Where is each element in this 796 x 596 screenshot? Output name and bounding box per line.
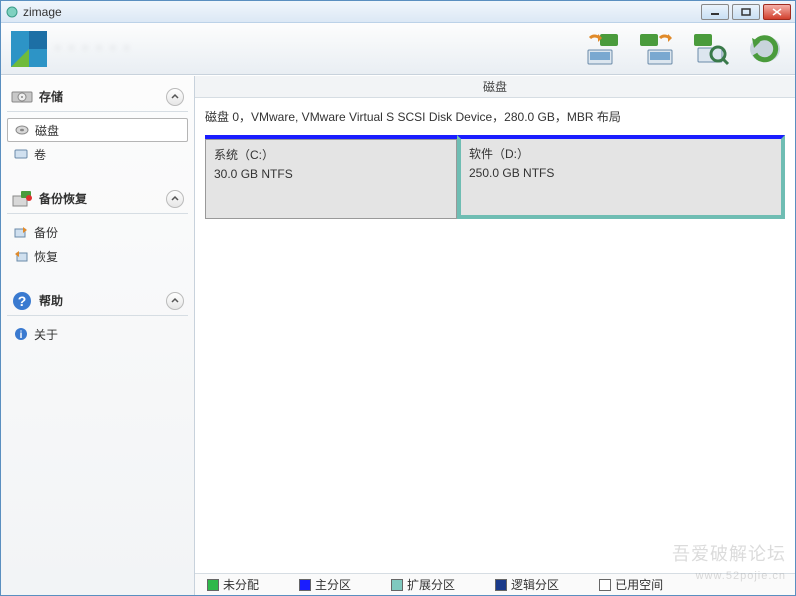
legend-primary: 主分区 [299,576,351,593]
info-icon: i [13,327,29,341]
app-window: zimage · · · · · · [0,0,796,596]
partition-name: 软件（D:） [469,145,773,162]
legend-swatch [495,579,507,591]
svg-text:i: i [20,330,23,341]
legend-swatch [599,579,611,591]
legend-unallocated: 未分配 [207,576,259,593]
legend-label: 已用空间 [615,576,663,593]
partition-size: 250.0 GB NTFS [469,166,773,180]
backup-panel-icon [11,189,33,209]
legend-swatch [207,579,219,591]
panel-title-help: 帮助 [39,292,160,309]
sidebar-item-label: 恢复 [34,248,58,265]
disk-info-line: 磁盘 0，VMware, VMware Virtual S SCSI Disk … [195,98,795,129]
legend-label: 主分区 [315,576,351,593]
watermark-text: 吾爱破解论坛 [672,540,786,566]
toolbar-actions [583,31,785,67]
restore-icon [13,249,29,263]
partition-c[interactable]: 系统（C:） 30.0 GB NTFS [205,139,457,219]
sidebar-item-label: 卷 [34,146,46,163]
sidebar: 存储 磁盘 卷 [1,76,195,595]
legend-logical: 逻辑分区 [495,576,559,593]
panel-header-help: ? 帮助 [7,286,188,316]
panel-header-storage: 存储 [7,82,188,112]
minimize-button[interactable] [701,4,729,20]
backup-icon [13,225,29,239]
partition-d[interactable]: 软件（D:） 250.0 GB NTFS [457,135,785,219]
legend-swatch [299,579,311,591]
panel-body-help: i 关于 [7,316,188,346]
main-header: 磁盘 [195,76,795,98]
app-icon [5,5,19,19]
logo-text-blurred: · · · · · · [55,39,165,59]
panel-header-backup: 备份恢复 [7,184,188,214]
volume-icon [13,147,29,161]
sidebar-item-label: 关于 [34,326,58,343]
legend-label: 逻辑分区 [511,576,559,593]
titlebar: zimage [1,1,795,23]
panel-help: ? 帮助 i 关于 [7,286,188,346]
collapse-button[interactable] [166,190,184,208]
sidebar-item-backup[interactable]: 备份 [7,220,188,244]
collapse-button[interactable] [166,88,184,106]
refresh-icon[interactable] [745,31,785,67]
main-pane: 磁盘 磁盘 0，VMware, VMware Virtual S SCSI Di… [195,76,795,595]
panel-storage: 存储 磁盘 卷 [7,82,188,166]
panel-body-backup: 备份 恢复 [7,214,188,268]
sidebar-item-label: 备份 [34,224,58,241]
watermark-url: www.52pojie.cn [696,570,786,582]
close-button[interactable] [763,4,791,20]
toolbar: · · · · · · [1,23,795,75]
legend-used: 已用空间 [599,576,663,593]
legend-swatch [391,579,403,591]
partition-bar: 系统（C:） 30.0 GB NTFS 软件（D:） 250.0 GB NTFS [205,135,785,219]
sidebar-item-restore[interactable]: 恢复 [7,244,188,268]
body: 存储 磁盘 卷 [1,75,795,595]
panel-title-storage: 存储 [39,88,160,105]
storage-icon [11,87,33,107]
sidebar-item-label: 磁盘 [35,122,59,139]
window-controls [701,4,791,20]
legend-label: 未分配 [223,576,259,593]
help-panel-icon: ? [11,291,33,311]
logo-icon [11,31,47,67]
panel-backup: 备份恢复 备份 恢复 [7,184,188,268]
sidebar-item-about[interactable]: i 关于 [7,322,188,346]
collapse-button[interactable] [166,292,184,310]
maximize-button[interactable] [732,4,760,20]
backup-to-icon[interactable] [583,31,623,67]
legend-label: 扩展分区 [407,576,455,593]
main-header-title: 磁盘 [483,78,507,95]
logo-block: · · · · · · [11,31,165,67]
app-title: zimage [23,5,701,19]
search-disk-icon[interactable] [691,31,731,67]
svg-text:?: ? [18,293,27,309]
restore-from-icon[interactable] [637,31,677,67]
sidebar-item-disk[interactable]: 磁盘 [7,118,188,142]
legend-extended: 扩展分区 [391,576,455,593]
panel-body-storage: 磁盘 卷 [7,112,188,166]
partition-size: 30.0 GB NTFS [214,167,448,181]
panel-title-backup: 备份恢复 [39,190,160,207]
disk-icon [14,123,30,137]
sidebar-item-volume[interactable]: 卷 [7,142,188,166]
partition-name: 系统（C:） [214,146,448,163]
